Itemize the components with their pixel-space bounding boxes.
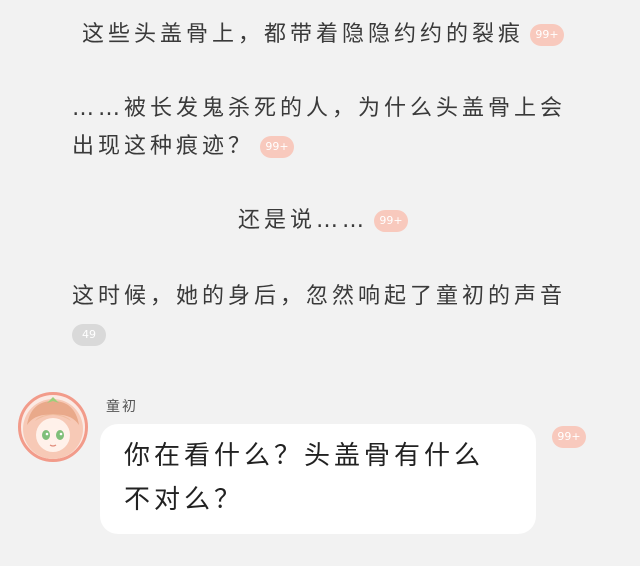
paragraph-2-text: ……被长发鬼杀死的人，为什么头盖骨上会 — [72, 96, 567, 121]
comment-count-badge[interactable]: 99+ — [552, 426, 586, 448]
paragraph-2: ……被长发鬼杀死的人，为什么头盖骨上会 出现这种痕迹？ 99+ — [72, 90, 572, 166]
speech-bubble-text: 你在看什么？头盖骨有什么不对么？ — [124, 441, 485, 515]
paragraph-1-text: 这些头盖骨上，都带着隐隐约约的裂痕 — [82, 22, 525, 47]
comment-count-badge[interactable]: 99+ — [260, 136, 295, 158]
comment-count-badge[interactable]: 99+ — [374, 210, 409, 232]
comment-count-badge[interactable]: 99+ — [530, 24, 565, 46]
speech-bubble: 你在看什么？头盖骨有什么不对么？ — [100, 424, 536, 534]
paragraph-3-text: 还是说…… — [238, 208, 369, 233]
avatar-illustration — [23, 397, 83, 459]
speaker-name: 童初 — [106, 399, 138, 415]
paragraph-1: 这些头盖骨上，都带着隐隐约约的裂痕 99+ — [82, 16, 582, 54]
anime-girl-avatar-icon[interactable] — [18, 392, 88, 462]
paragraph-4-text: 这时候，她的身后，忽然响起了童初的声音 — [72, 284, 567, 309]
paragraph-4: 这时候，她的身后，忽然响起了童初的声音 49 — [72, 278, 572, 354]
comment-count-badge[interactable]: 49 — [72, 324, 106, 346]
paragraph-2-text-line2: 出现这种痕迹？ — [72, 134, 255, 159]
paragraph-3: 还是说…… 99+ — [238, 202, 538, 240]
